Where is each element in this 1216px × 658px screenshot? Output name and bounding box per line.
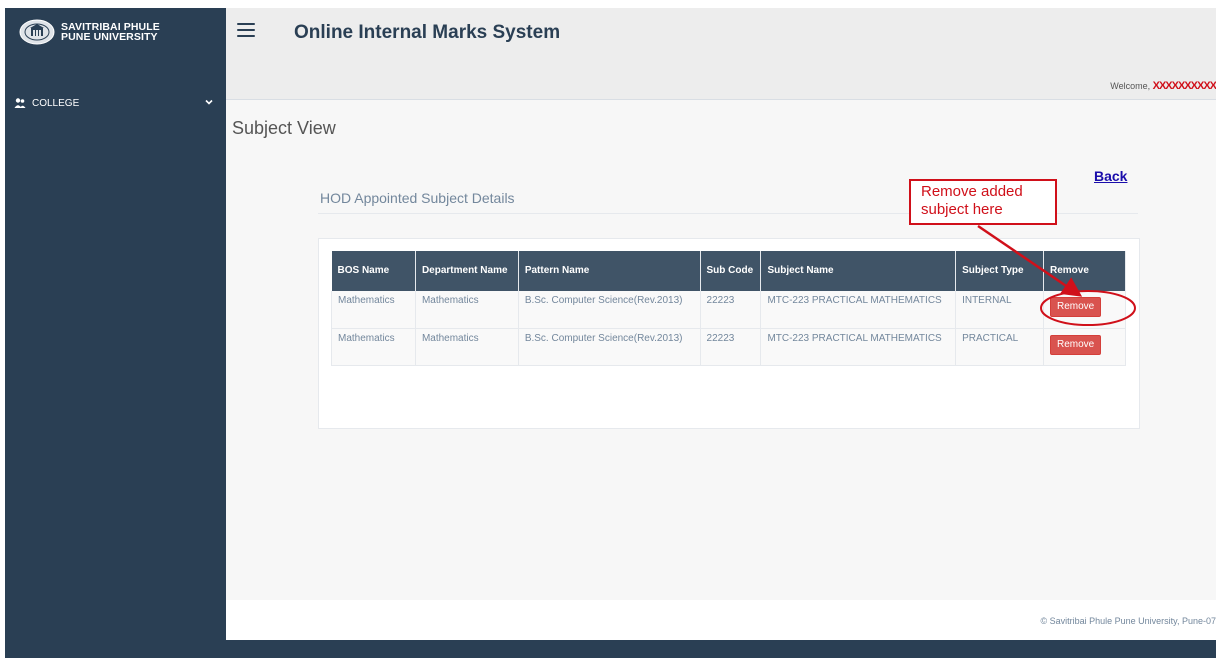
panel-title: HOD Appointed Subject Details — [320, 190, 515, 206]
column-header[interactable]: Department Name — [415, 251, 519, 291]
university-seal-icon — [19, 19, 55, 45]
brand[interactable]: SAVITRIBAI PHULE PUNE UNIVERSITY — [5, 8, 226, 56]
remove-button[interactable]: Remove — [1049, 297, 1102, 317]
chevron-down-icon — [205, 99, 213, 105]
back-link[interactable]: Back — [1094, 168, 1127, 184]
sidebar-item-label: COLLEGE — [32, 97, 80, 109]
subject-table: BOS Name Department Name Pattern Name Su… — [331, 251, 1127, 366]
callout-line-2: subject here — [921, 201, 1003, 218]
sidebar: SAVITRIBAI PHULE PUNE UNIVERSITY COLLEGE — [5, 8, 226, 658]
brand-name: SAVITRIBAI PHULE PUNE UNIVERSITY — [61, 22, 160, 43]
page-title: Subject View — [232, 118, 336, 138]
cell-pattern: B.Sc. Computer Science(Rev.2013) — [518, 291, 701, 329]
cell-subject-type: PRACTICAL — [955, 328, 1044, 366]
cell-department: Mathematics — [415, 291, 519, 329]
app-title: Online Internal Marks System — [294, 22, 561, 43]
sidebar-item-college[interactable]: COLLEGE — [14, 92, 214, 114]
cell-sub-code: 22223 — [700, 328, 762, 366]
cell-subject-name: MTC-223 PRACTICAL MATHEMATICS — [760, 291, 957, 329]
footer: © Savitribai Phule Pune University, Pune… — [226, 600, 1216, 640]
footer-copyright: © Savitribai Phule Pune University, Pune… — [1040, 616, 1216, 626]
welcome-prefix: Welcome, — [1110, 81, 1151, 91]
table-row: Mathematics Mathematics B.Sc. Computer S… — [331, 291, 1127, 329]
column-header: Remove — [1043, 251, 1127, 291]
brand-line-2: PUNE UNIVERSITY — [61, 31, 158, 43]
cell-bos-name: Mathematics — [331, 328, 416, 366]
column-header[interactable]: Subject Type — [955, 251, 1044, 291]
welcome-message: Welcome, XXXXXXXXXX — [1110, 80, 1216, 92]
cell-subject-type: INTERNAL — [955, 291, 1044, 329]
top-navbar: Online Internal Marks System Welcome, XX… — [226, 8, 1216, 100]
table-header-row: BOS Name Department Name Pattern Name Su… — [331, 251, 1127, 291]
cell-department: Mathematics — [415, 328, 519, 366]
table-row: Mathematics Mathematics B.Sc. Computer S… — [331, 328, 1127, 366]
cell-remove: Remove — [1043, 291, 1127, 329]
annotation-callout: Remove added subject here — [909, 179, 1057, 225]
cell-subject-name: MTC-223 PRACTICAL MATHEMATICS — [760, 328, 957, 366]
column-header[interactable]: Subject Name — [760, 251, 957, 291]
column-header[interactable]: Sub Code — [700, 251, 762, 291]
cell-pattern: B.Sc. Computer Science(Rev.2013) — [518, 328, 701, 366]
column-header[interactable]: Pattern Name — [518, 251, 701, 291]
cell-sub-code: 22223 — [700, 291, 762, 329]
cell-bos-name: Mathematics — [331, 291, 416, 329]
hamburger-icon[interactable] — [237, 23, 255, 39]
callout-line-1: Remove added — [921, 183, 1023, 200]
remove-button[interactable]: Remove — [1049, 334, 1102, 355]
username[interactable]: XXXXXXXXXX — [1153, 80, 1216, 92]
bottom-bar — [226, 640, 1216, 658]
cell-remove: Remove — [1043, 328, 1127, 366]
column-header[interactable]: BOS Name — [331, 251, 416, 291]
users-icon — [14, 98, 26, 108]
